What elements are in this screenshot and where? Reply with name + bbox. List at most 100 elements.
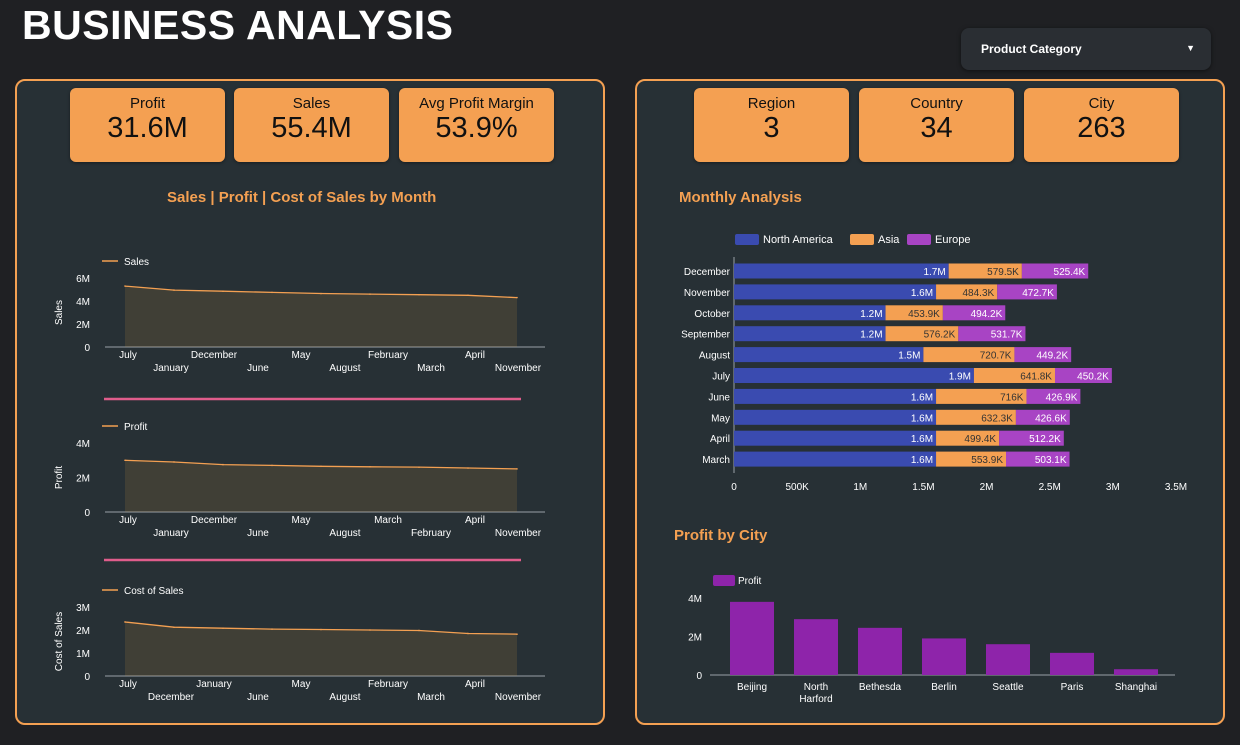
x-tick-label: January [196, 679, 232, 690]
y-tick-label: 2M [76, 626, 90, 637]
data-point [467, 632, 469, 635]
data-label: 632.3K [981, 413, 1013, 424]
data-label: 1.5M [898, 351, 920, 362]
data-point [320, 465, 322, 468]
y-axis-title: Profit [54, 466, 65, 490]
data-label: 512.2K [1029, 434, 1061, 445]
data-point [418, 629, 420, 632]
bar-segment [734, 409, 937, 425]
data-label: 641.8K [1020, 372, 1052, 383]
x-tick-label: 3.5M [1165, 482, 1187, 493]
data-point [516, 296, 518, 299]
x-tick-label: 2.5M [1039, 482, 1061, 493]
x-tick-label: July [119, 350, 137, 361]
city-bar [922, 638, 966, 675]
data-label: 453.9K [908, 309, 940, 320]
x-tick-label: April [465, 515, 485, 526]
y-tick-label: 0 [696, 671, 702, 682]
data-point [173, 626, 175, 629]
data-point [369, 629, 371, 631]
x-tick-label: July [119, 515, 137, 526]
data-label: 1.7M [923, 267, 945, 278]
legend-label: Europe [935, 234, 970, 246]
bar-segment [734, 451, 937, 467]
data-point [173, 289, 175, 291]
data-label: 576.2K [924, 330, 956, 341]
city-bar [730, 601, 774, 675]
data-label: 579.5K [987, 267, 1019, 278]
data-label: 484.3K [963, 288, 995, 299]
line-chart-profit: Profit 0 2M 4M Profit July December May March Apr… [54, 422, 545, 539]
data-label: 494.2K [971, 309, 1003, 320]
y-axis-title: Cost of Sales [54, 612, 65, 671]
data-label: 1.2M [860, 309, 882, 320]
data-point [222, 627, 224, 629]
data-point [516, 633, 518, 635]
region-and-city-charts: North America Asia Europe 0 500K 1M 1.5M 2M 2.5M… [681, 234, 1187, 705]
data-label: 1.6M [911, 434, 933, 445]
category-label: May [711, 413, 730, 424]
legend-label: Profit [738, 576, 762, 587]
y-tick-label: 2M [76, 474, 90, 485]
x-tick-label: 500K [785, 482, 809, 493]
x-tick-label: Beijing [737, 682, 767, 693]
x-tick-label: November [495, 692, 542, 703]
legend-swatch [713, 575, 735, 586]
legend-swatch [907, 234, 931, 245]
page-title: BUSINESS ANALYSIS [22, 2, 454, 48]
data-point [173, 461, 175, 463]
x-tick-label: February [368, 679, 408, 690]
x-tick-label: June [247, 692, 269, 703]
data-label: 426.9K [1046, 392, 1078, 403]
x-tick-label: Harford [799, 694, 832, 705]
data-label: 1.9M [949, 372, 971, 383]
data-point [271, 291, 273, 294]
x-tick-label: November [495, 363, 542, 374]
legend-label: Profit [124, 422, 148, 433]
y-tick-label: 2M [76, 320, 90, 331]
legend-label: Sales [124, 257, 149, 268]
x-tick-label: August [329, 692, 360, 703]
x-tick-label: December [191, 515, 238, 526]
category-label: October [694, 309, 730, 320]
data-label: 449.2K [1036, 351, 1068, 362]
y-tick-label: 0 [84, 508, 90, 519]
city-bar [986, 644, 1030, 675]
data-label: 531.7K [991, 330, 1023, 341]
data-point [271, 464, 273, 467]
data-point [271, 628, 273, 630]
data-point [320, 628, 322, 631]
left-panel: Profit 31.6M Sales 55.4M Avg Profit Marg… [15, 79, 605, 725]
x-tick-label: Berlin [931, 682, 957, 693]
x-tick-label: August [329, 528, 360, 539]
right-panel: Region 3 Country 34 City 263 Monthly Ana… [635, 79, 1225, 725]
x-tick-label: 1.5M [912, 482, 934, 493]
x-tick-label: 2M [980, 482, 994, 493]
category-label: September [681, 330, 731, 341]
data-point [222, 463, 224, 466]
bar-segment [734, 284, 937, 300]
bar-segment [734, 347, 924, 363]
data-point [369, 466, 371, 468]
x-tick-label: July [119, 679, 137, 690]
x-tick-label: 1M [853, 482, 867, 493]
x-tick-label: January [153, 363, 189, 374]
dropdown-arrow-icon: ▼ [1186, 43, 1195, 53]
data-label: 716K [1000, 392, 1024, 403]
data-label: 472.7K [1022, 288, 1054, 299]
x-tick-label: May [292, 515, 311, 526]
data-point [124, 621, 126, 623]
category-label: November [684, 288, 731, 299]
x-tick-label: Paris [1061, 682, 1084, 693]
x-tick-label: February [368, 350, 408, 361]
legend-label: Cost of Sales [124, 586, 183, 597]
y-tick-label: 0 [84, 343, 90, 354]
x-tick-label: March [374, 515, 402, 526]
y-tick-label: 3M [76, 603, 90, 614]
x-tick-label: Bethesda [859, 682, 902, 693]
product-category-dropdown[interactable]: Product Category ▼ [961, 28, 1211, 70]
category-label: December [684, 267, 731, 278]
legend-label: North America [763, 234, 834, 246]
y-tick-label: 0 [84, 672, 90, 683]
data-label: 1.2M [860, 330, 882, 341]
